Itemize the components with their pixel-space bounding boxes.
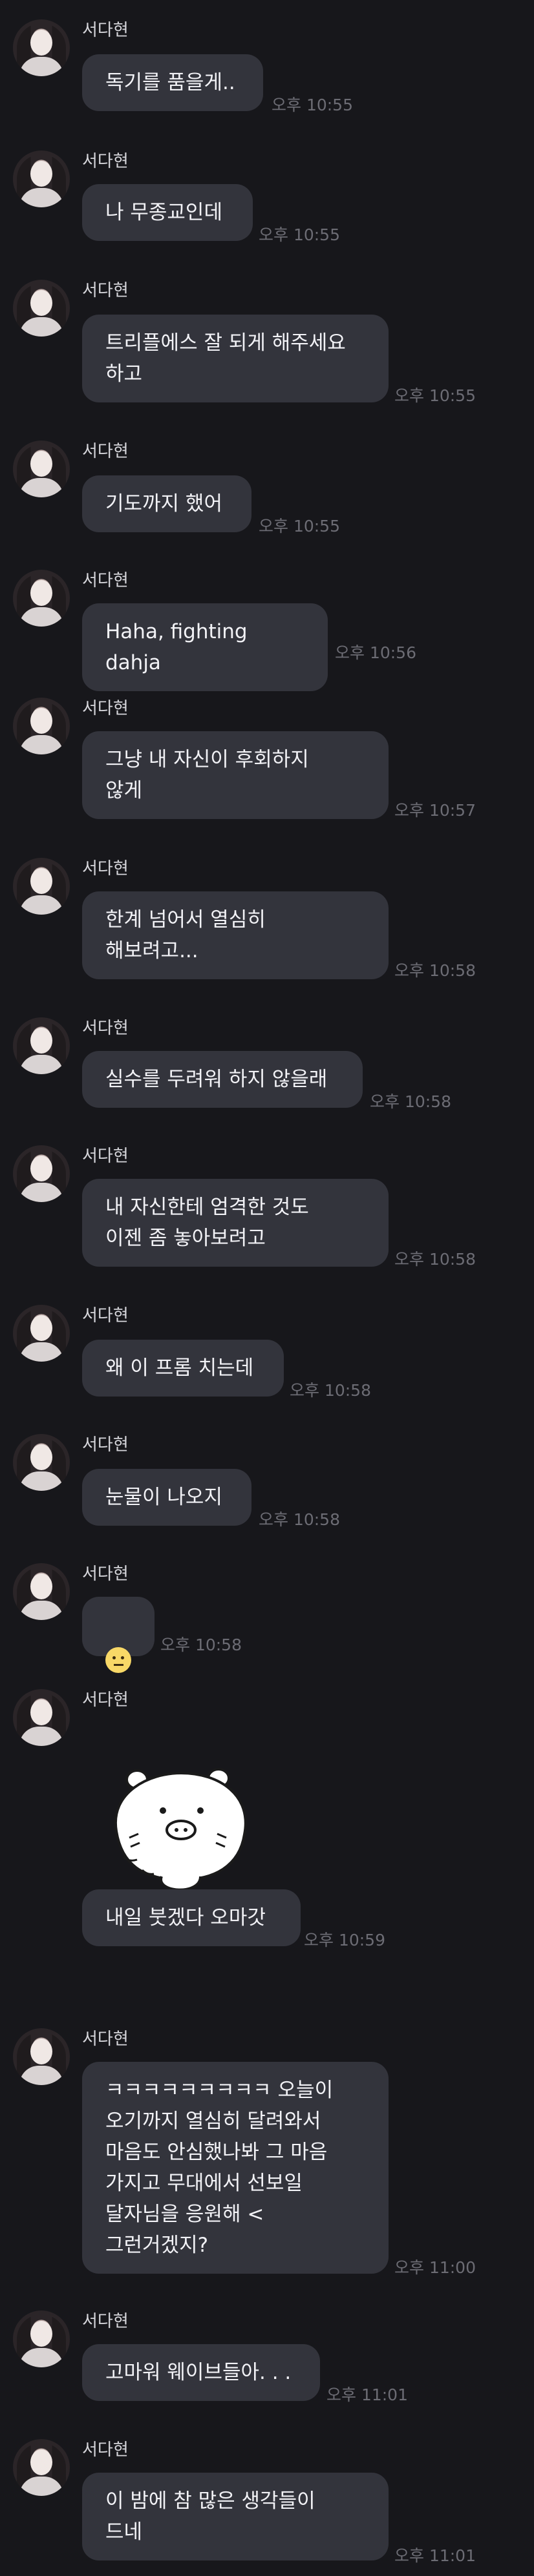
avatar[interactable] bbox=[13, 19, 70, 76]
message-time: 오후 11:00 bbox=[394, 2258, 476, 2277]
message-time: 오후 11:01 bbox=[394, 2546, 476, 2565]
sender-name: 서다현 bbox=[82, 2030, 129, 2049]
message-time: 오후 10:59 bbox=[304, 1931, 385, 1949]
message-time: 오후 10:58 bbox=[290, 1381, 371, 1400]
sender-name: 서다현 bbox=[82, 281, 129, 300]
sender-name: 서다현 bbox=[82, 1564, 129, 1584]
message-time: 오후 11:01 bbox=[326, 2385, 408, 2404]
avatar[interactable] bbox=[13, 280, 70, 337]
avatar[interactable] bbox=[13, 1563, 70, 1620]
message-bubble[interactable]: 눈물이 나오지 bbox=[82, 1469, 251, 1526]
sender-name: 서다현 bbox=[82, 1435, 129, 1455]
sender-name: 서다현 bbox=[82, 21, 129, 40]
neutral-face-emoji-icon bbox=[105, 1646, 131, 1673]
sender-name: 서다현 bbox=[82, 1019, 129, 1038]
message-time: 오후 10:57 bbox=[394, 801, 476, 820]
message-bubble[interactable]: 이 밤에 참 많은 생각들이 드네 bbox=[82, 2473, 389, 2560]
message-time: 오후 10:55 bbox=[259, 225, 340, 244]
message-bubble[interactable] bbox=[82, 1597, 155, 1673]
avatar[interactable] bbox=[13, 570, 70, 627]
message-time: 오후 10:58 bbox=[259, 1510, 340, 1529]
message-bubble[interactable]: 독기를 품을게.. bbox=[82, 54, 263, 111]
message-time: 오후 10:55 bbox=[259, 517, 340, 535]
message-bubble[interactable]: Haha, fighting dahja bbox=[82, 603, 328, 691]
sender-name: 서다현 bbox=[82, 442, 129, 461]
avatar[interactable] bbox=[13, 441, 70, 497]
message-bubble[interactable]: ㅋㅋㅋㅋㅋㅋㅋㅋㅋ 오늘이 오기까지 열심히 달려와서 마음도 안심했나봐 그 … bbox=[82, 2062, 389, 2274]
message-bubble[interactable]: 실수를 두려워 하지 않을래 bbox=[82, 1051, 363, 1108]
message-bubble[interactable]: 고마워 웨이브들아. . . bbox=[82, 2344, 320, 2401]
avatar[interactable] bbox=[13, 2439, 70, 2496]
avatar[interactable] bbox=[13, 1145, 70, 1202]
message-bubble[interactable]: 트리플에스 잘 되게 해주세요 하고 bbox=[82, 315, 389, 402]
avatar[interactable] bbox=[13, 698, 70, 754]
avatar[interactable] bbox=[13, 1689, 70, 1746]
message-time: 오후 10:58 bbox=[394, 961, 476, 980]
message-bubble[interactable]: 왜 이 프롬 치는데 bbox=[82, 1340, 284, 1397]
avatar[interactable] bbox=[13, 151, 70, 207]
message-time: 오후 10:55 bbox=[272, 96, 353, 114]
avatar[interactable] bbox=[13, 2311, 70, 2367]
avatar[interactable] bbox=[13, 1305, 70, 1362]
sender-name: 서다현 bbox=[82, 571, 129, 590]
message-bubble[interactable]: 한계 넘어서 열심히 해보려고... bbox=[82, 891, 389, 979]
sender-name: 서다현 bbox=[82, 2440, 129, 2460]
sender-name: 서다현 bbox=[82, 1690, 129, 1710]
message-time: 오후 10:58 bbox=[370, 1092, 451, 1111]
message-time: 오후 10:55 bbox=[394, 386, 476, 405]
message-bubble[interactable]: 내 자신한테 엄격한 것도 이젠 좀 놓아보려고 bbox=[82, 1179, 389, 1267]
avatar[interactable] bbox=[13, 2028, 70, 2085]
sender-name: 서다현 bbox=[82, 152, 129, 171]
message-bubble[interactable]: 내일 붓겠다 오마갓 bbox=[82, 1889, 301, 1946]
message-bubble[interactable]: 그냥 내 자신이 후회하지 않게 bbox=[82, 731, 389, 819]
sender-name: 서다현 bbox=[82, 2312, 129, 2331]
sender-name: 서다현 bbox=[82, 699, 129, 718]
message-bubble[interactable]: 나 무종교인데 bbox=[82, 184, 253, 241]
avatar[interactable] bbox=[13, 1017, 70, 1074]
sender-name: 서다현 bbox=[82, 1306, 129, 1325]
sender-name: 서다현 bbox=[82, 859, 129, 878]
avatar[interactable] bbox=[13, 858, 70, 915]
message-bubble[interactable]: 기도까지 했어 bbox=[82, 475, 251, 532]
bear-sticker-icon[interactable] bbox=[103, 1760, 259, 1902]
sender-name: 서다현 bbox=[82, 1147, 129, 1166]
message-time: 오후 10:56 bbox=[335, 643, 416, 662]
message-time: 오후 10:58 bbox=[394, 1250, 476, 1269]
avatar[interactable] bbox=[13, 1434, 70, 1491]
message-time: 오후 10:58 bbox=[160, 1636, 242, 1654]
